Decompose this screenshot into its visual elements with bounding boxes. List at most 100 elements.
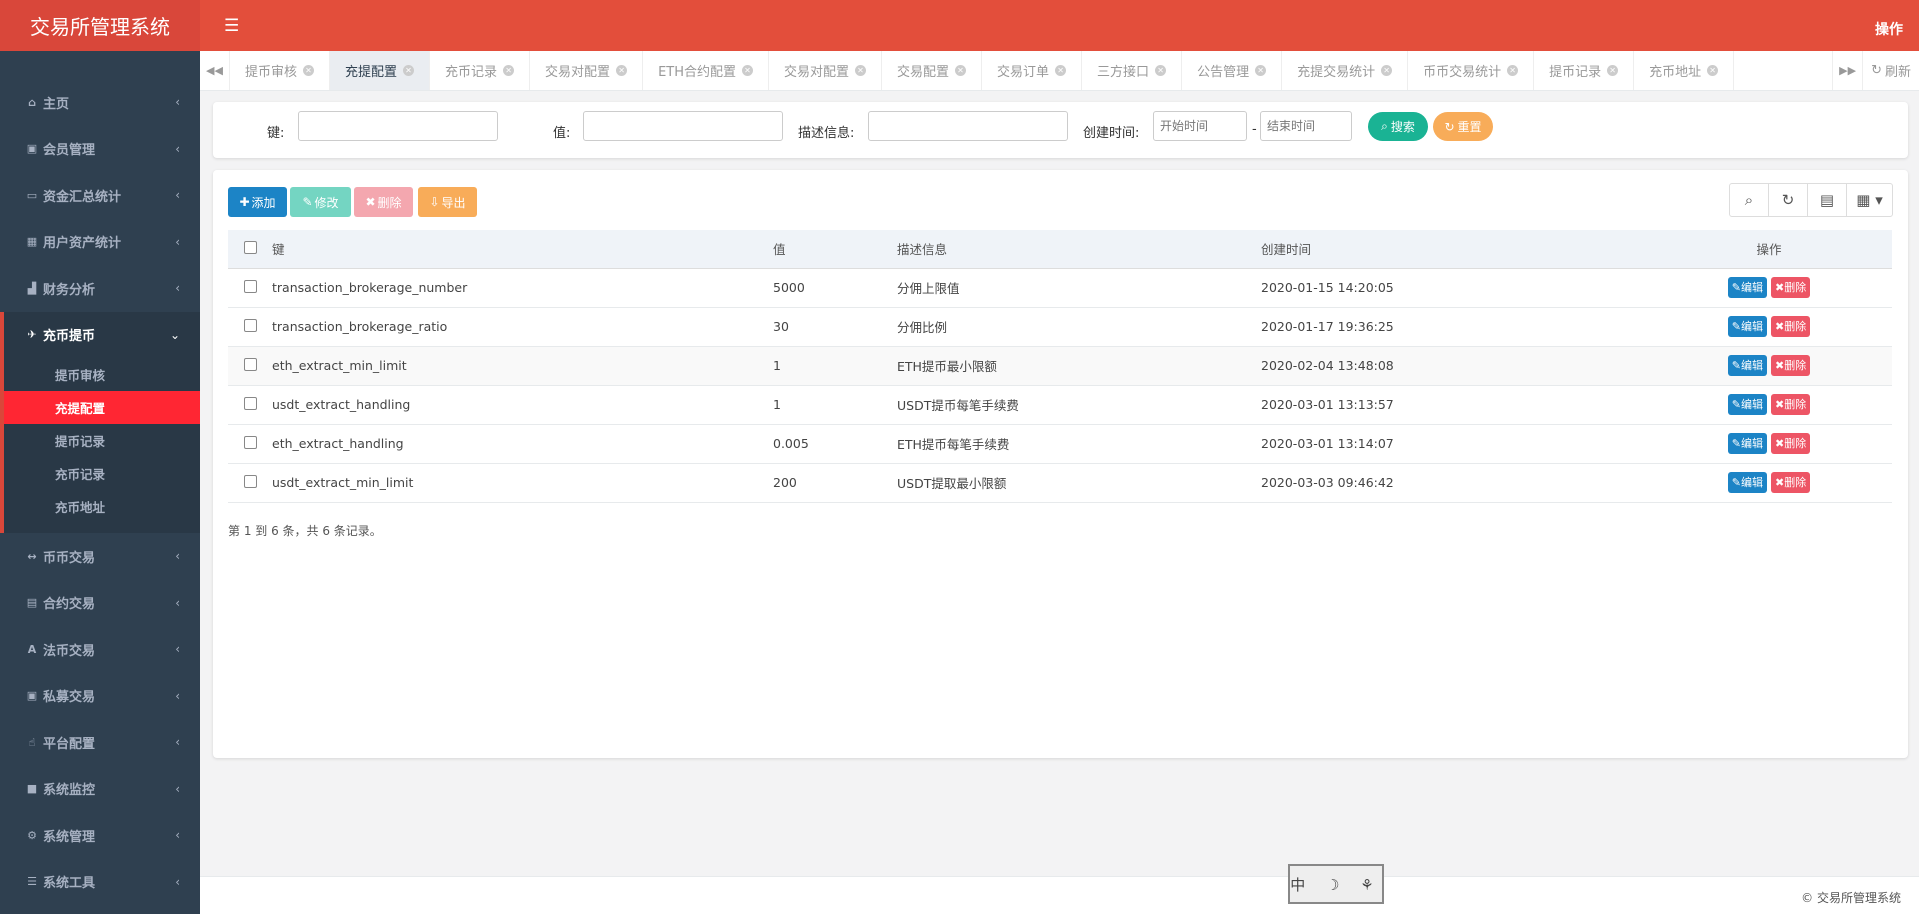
close-icon[interactable]: ✕ [503,65,515,76]
sidebar-subitem-deposit-records[interactable]: 充币记录 [4,457,200,490]
sidebar-item-fiat-trade[interactable]: A 法币交易 ‹ [0,626,200,673]
tab-scroll-right-icon[interactable]: ▶▶ [1832,51,1862,90]
table-row[interactable]: transaction_brokerage_number 5000 分佣上限值 … [228,268,1892,308]
sidebar-item-system[interactable]: ⚙ 系统管理 ‹ [0,812,200,859]
close-icon[interactable]: ✕ [1507,65,1519,76]
sidebar-subitem-withdraw-review[interactable]: 提币审核 [4,358,200,391]
tab-item[interactable]: 三方接口 ✕ [1082,51,1183,90]
row-checkbox[interactable] [243,357,257,371]
close-icon[interactable]: ✕ [616,65,628,76]
sidebar-item-members[interactable]: ▣ 会员管理 ‹ [0,126,200,173]
refresh-icon[interactable]: ↻ [1769,184,1808,216]
tab-item[interactable]: 交易配置 ✕ [882,51,983,90]
row-edit-button[interactable]: ✎编辑 [1727,433,1767,454]
table-row[interactable]: usdt_extract_handling 1 USDT提币每笔手续费 2020… [228,385,1892,425]
tab-list: 提币审核 ✕ 充提配置 ✕ 充币记录 ✕ 交易对配置 ✕ ETH合约配置 ✕ 交易对配置 ✕… [230,51,1832,90]
row-delete-button[interactable]: ✖删除 [1770,355,1811,376]
column-header[interactable]: 创建时间 [1261,230,1646,269]
key-input[interactable] [298,111,498,141]
select-all-checkbox[interactable] [243,240,257,254]
edit-button[interactable]: ✎ 修改 [290,187,351,217]
header-operations[interactable]: 操作 [1875,19,1903,39]
row-select-cell [228,385,272,425]
row-delete-button[interactable]: ✖删除 [1770,277,1811,298]
table-row[interactable]: usdt_extract_min_limit 200 USDT提取最小限额 20… [228,463,1892,503]
row-edit-button[interactable]: ✎编辑 [1727,355,1767,376]
tab-item[interactable]: 充提交易统计 ✕ [1282,51,1409,90]
close-icon[interactable]: ✕ [1255,65,1267,76]
sidebar-item-fund-summary[interactable]: ▭ 资金汇总统计 ‹ [0,172,200,219]
toggle-view-icon[interactable]: ▤ [1808,184,1847,216]
column-header[interactable]: 值 [773,230,897,269]
tab-item[interactable]: 交易对配置 ✕ [530,51,644,90]
close-icon[interactable]: ✕ [855,65,867,76]
start-time-input[interactable] [1153,111,1247,141]
sidebar-item-monitor[interactable]: ■ 系统监控 ‹ [0,766,200,813]
reset-button[interactable]: ↻ 重置 [1433,112,1493,141]
delete-button[interactable]: ✖ 删除 [354,187,413,217]
close-icon[interactable]: ✕ [742,65,753,76]
end-time-input[interactable] [1260,111,1352,141]
sidebar-item-coin-trade[interactable]: ↔ 币币交易 ‹ [0,533,200,580]
row-delete-button[interactable]: ✖删除 [1770,394,1811,415]
table-row[interactable]: transaction_brokerage_ratio 30 分佣比例 2020… [228,307,1892,347]
export-button[interactable]: ⇩ 导出 [418,187,477,217]
sidebar-subitem-deposit-address[interactable]: 充币地址 [4,490,200,523]
value-input[interactable] [583,111,783,141]
row-checkbox[interactable] [243,474,257,488]
tab-item[interactable]: 提币记录 ✕ [1534,51,1635,90]
sidebar-subitem-deposit-config[interactable]: 充提配置 [4,391,200,424]
sidebar-item-contract-trade[interactable]: ▤ 合约交易 ‹ [0,580,200,627]
row-edit-button[interactable]: ✎编辑 [1727,472,1767,493]
column-header[interactable]: 键 [272,230,773,269]
columns-icon[interactable]: ▦ ▾ [1847,184,1892,216]
row-delete-button[interactable]: ✖删除 [1770,316,1811,337]
search-button[interactable]: ⌕ 搜索 [1368,112,1428,141]
menu-toggle-icon[interactable]: ☰ [224,16,239,36]
close-icon[interactable]: ✕ [1155,65,1167,76]
row-delete-button[interactable]: ✖删除 [1770,433,1811,454]
close-icon[interactable]: ✕ [303,65,315,76]
tab-item[interactable]: 公告管理 ✕ [1182,51,1283,90]
column-header[interactable]: 描述信息 [897,230,1261,269]
sidebar-item-finance[interactable]: ▟ 财务分析 ‹ [0,265,200,312]
row-edit-button[interactable]: ✎编辑 [1727,394,1767,415]
tab-scroll-left-icon[interactable]: ◀◀ [200,51,230,90]
close-icon[interactable]: ✕ [403,65,415,76]
close-icon[interactable]: ✕ [1055,65,1067,76]
close-icon[interactable]: ✕ [1707,65,1719,76]
tab-item[interactable]: ETH合约配置 ✕ [643,51,769,90]
sidebar-item-home[interactable]: ⌂ 主页 ‹ [0,79,200,126]
sidebar-item-private-trade[interactable]: ▣ 私募交易 ‹ [0,673,200,720]
close-icon[interactable]: ✕ [1381,65,1393,76]
sidebar-subitem-withdraw-records[interactable]: 提币记录 [4,424,200,457]
sidebar-item-tools[interactable]: ☰ 系统工具 ‹ [0,859,200,906]
row-delete-button[interactable]: ✖删除 [1770,472,1811,493]
close-icon[interactable]: ✕ [955,65,967,76]
sidebar-item-user-assets[interactable]: ▦ 用户资产统计 ‹ [0,219,200,266]
sidebar-item-platform-config[interactable]: ☝ 平台配置 ‹ [0,719,200,766]
table-row[interactable]: eth_extract_min_limit 1 ETH提币最小限额 2020-0… [228,346,1892,386]
row-edit-button[interactable]: ✎编辑 [1727,277,1767,298]
row-checkbox[interactable] [243,396,257,410]
tab-item-active[interactable]: 充提配置 ✕ [330,51,431,90]
row-checkbox[interactable] [243,279,257,293]
tab-item[interactable]: 充币地址 ✕ [1634,51,1735,90]
tab-item[interactable]: 提币审核 ✕ [230,51,331,90]
tab-item[interactable]: 交易对配置 ✕ [769,51,883,90]
refresh-button[interactable]: ↻ 刷新 [1862,51,1919,90]
row-edit-button[interactable]: ✎编辑 [1727,316,1767,337]
ime-toolbar-icon[interactable]: 中 ☽ ⚘ [1288,864,1384,904]
close-icon[interactable]: ✕ [1607,65,1619,76]
tab-item[interactable]: 充币记录 ✕ [430,51,531,90]
table-row[interactable]: eth_extract_handling 0.005 ETH提币每笔手续费 20… [228,424,1892,464]
search-icon[interactable]: ⌕ [1730,184,1769,216]
add-button[interactable]: ✚ 添加 [228,187,287,217]
desc-input[interactable] [868,111,1068,141]
row-checkbox[interactable] [243,435,257,449]
sidebar-item-deposit-withdraw[interactable]: ✈ 充币提币 ⌄ [4,312,200,359]
tab-item[interactable]: 币币交易统计 ✕ [1408,51,1535,90]
date-range-separator: - [1252,122,1257,137]
tab-item[interactable]: 交易订单 ✕ [982,51,1083,90]
row-checkbox[interactable] [243,318,257,332]
